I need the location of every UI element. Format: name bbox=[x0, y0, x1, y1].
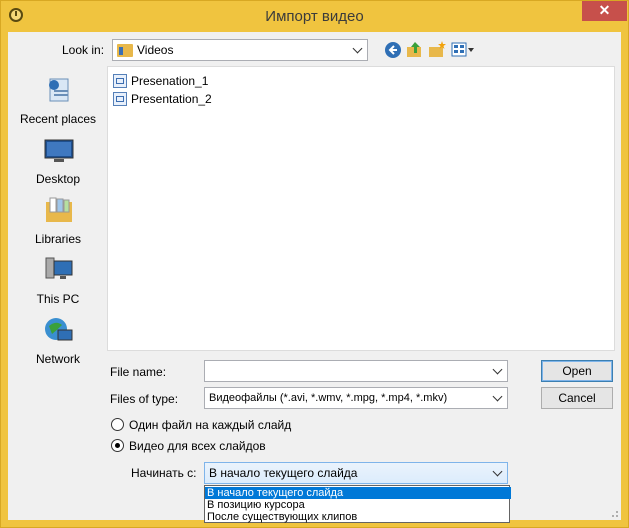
network-icon bbox=[45, 318, 73, 341]
file-name: Presentation_2 bbox=[131, 92, 212, 106]
place-this-pc[interactable]: This PC bbox=[14, 252, 102, 310]
resize-grip-icon[interactable] bbox=[609, 508, 619, 518]
start-from-dropdown: В начало текущего слайда В позицию курсо… bbox=[204, 485, 511, 523]
file-name-field[interactable] bbox=[204, 360, 508, 382]
place-label: Desktop bbox=[35, 172, 81, 186]
place-desktop[interactable]: Desktop bbox=[14, 132, 102, 190]
window-title: Импорт видео bbox=[265, 8, 364, 25]
recent-places-icon bbox=[49, 78, 69, 102]
place-label: Network bbox=[35, 352, 80, 366]
files-of-type-select[interactable]: Видеофайлы (*.avi, *.wmv, *.mpg, *.mp4, … bbox=[204, 387, 508, 409]
dialog-window: Импорт видео ✕ Look in: Videos Recent pl… bbox=[0, 0, 629, 528]
file-name: Presenation_1 bbox=[131, 74, 209, 88]
new-folder-icon bbox=[429, 41, 446, 57]
libraries-icon bbox=[46, 197, 72, 222]
view-menu-button[interactable] bbox=[450, 40, 476, 60]
videos-folder-icon bbox=[117, 44, 133, 57]
back-icon bbox=[385, 42, 401, 58]
this-pc-icon bbox=[45, 257, 73, 279]
title-bar[interactable]: Импорт видео ✕ bbox=[1, 1, 628, 32]
file-list[interactable]: Presenation_1 Presentation_2 bbox=[107, 66, 615, 351]
back-button[interactable] bbox=[383, 40, 403, 60]
files-of-type-label: Files of type: bbox=[110, 392, 179, 406]
up-folder-button[interactable] bbox=[405, 40, 425, 60]
look-in-value: Videos bbox=[137, 43, 174, 57]
dropdown-option[interactable]: После существующих клипов bbox=[205, 511, 511, 523]
place-recent-places[interactable]: Recent places bbox=[14, 72, 102, 130]
radio-label: Один файл на каждый слайд bbox=[129, 418, 292, 432]
radio-all-slides[interactable]: Видео для всех слайдов bbox=[111, 438, 291, 454]
new-folder-button[interactable] bbox=[427, 40, 447, 60]
place-label: Recent places bbox=[19, 112, 97, 126]
chevron-down-icon bbox=[492, 467, 504, 479]
video-file-icon bbox=[113, 74, 127, 88]
chevron-down-icon bbox=[352, 44, 364, 56]
radio-one-per-slide[interactable]: Один файл на каждый слайд bbox=[111, 417, 291, 433]
dropdown-option[interactable]: В начало текущего слайда bbox=[205, 487, 511, 499]
video-file-icon bbox=[113, 92, 127, 106]
chevron-down-icon bbox=[492, 392, 504, 404]
dropdown-option[interactable]: В позицию курсора bbox=[205, 499, 511, 511]
file-name-label: File name: bbox=[110, 365, 167, 379]
look-in-combo[interactable]: Videos bbox=[112, 39, 368, 61]
desktop-icon bbox=[44, 139, 74, 162]
view-menu-icon bbox=[451, 42, 474, 57]
place-label: This PC bbox=[36, 292, 80, 306]
radio-circle bbox=[111, 418, 124, 431]
dialog-body: Look in: Videos Recent places Desktop Li… bbox=[8, 32, 621, 523]
files-of-type-value: Видеофайлы (*.avi, *.wmv, *.mpg, *.mp4, … bbox=[209, 392, 448, 404]
place-network[interactable]: Network bbox=[14, 312, 102, 370]
chevron-down-icon bbox=[492, 365, 504, 377]
look-in-label: Look in: bbox=[62, 43, 105, 57]
places-bar: Recent places Desktop Libraries This PC … bbox=[14, 66, 102, 386]
radio-label: Видео для всех слайдов bbox=[129, 439, 266, 453]
open-button[interactable]: Open bbox=[541, 360, 613, 382]
close-button[interactable]: ✕ bbox=[582, 1, 627, 21]
place-libraries[interactable]: Libraries bbox=[14, 192, 102, 250]
start-from-label: Начинать с: bbox=[131, 466, 197, 480]
start-from-select[interactable]: В начало текущего слайда bbox=[204, 462, 508, 484]
cancel-button[interactable]: Cancel bbox=[541, 387, 613, 409]
start-from-value: В начало текущего слайда bbox=[209, 466, 358, 480]
radio-circle-checked bbox=[111, 439, 124, 452]
up-folder-icon bbox=[407, 42, 421, 57]
place-label: Libraries bbox=[34, 232, 82, 246]
